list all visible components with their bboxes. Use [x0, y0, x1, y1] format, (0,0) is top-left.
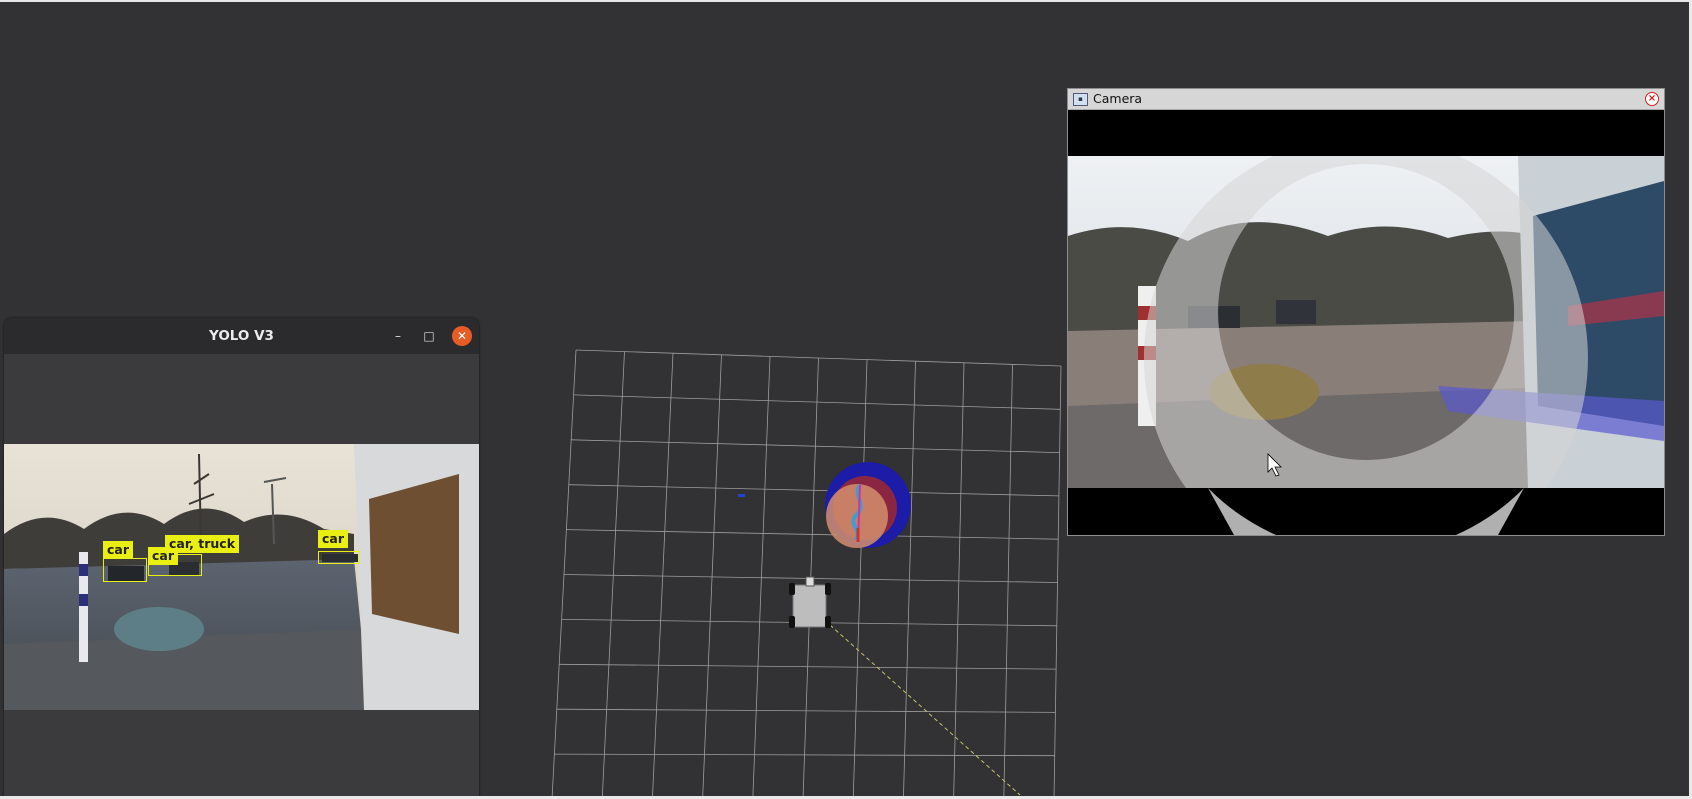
- camera-window[interactable]: ▪ Camera ×: [1067, 88, 1665, 536]
- detection-label: car: [103, 541, 134, 559]
- maximize-button[interactable]: □: [419, 326, 439, 346]
- minimize-button[interactable]: –: [388, 326, 408, 346]
- yolo-detection-image: [4, 444, 479, 710]
- yolo-window[interactable]: YOLO V3 – □ ✕ car car car, truck car: [4, 318, 479, 799]
- rviz-grid: [551, 349, 1062, 799]
- planned-path-line: [829, 624, 1021, 796]
- desktop: YOLO V3 – □ ✕ car car car, truck car ▪ C…: [0, 0, 1692, 799]
- detection-box: [103, 558, 147, 582]
- close-button[interactable]: ✕: [452, 326, 472, 346]
- detection-box: [318, 551, 360, 564]
- camera-image[interactable]: [1068, 156, 1664, 535]
- robot-model: [789, 576, 831, 628]
- camera-app-icon: ▪: [1073, 93, 1088, 106]
- detection-label: car, truck: [165, 535, 240, 553]
- goal-marker-small: [738, 494, 745, 497]
- camera-close-button[interactable]: ×: [1645, 92, 1659, 106]
- camera-titlebar[interactable]: ▪ Camera ×: [1068, 89, 1664, 110]
- camera-window-title: Camera: [1093, 91, 1143, 106]
- detection-label: car: [318, 530, 349, 548]
- yolo-titlebar[interactable]: YOLO V3 – □ ✕: [4, 318, 479, 354]
- localization-marker: [825, 462, 911, 548]
